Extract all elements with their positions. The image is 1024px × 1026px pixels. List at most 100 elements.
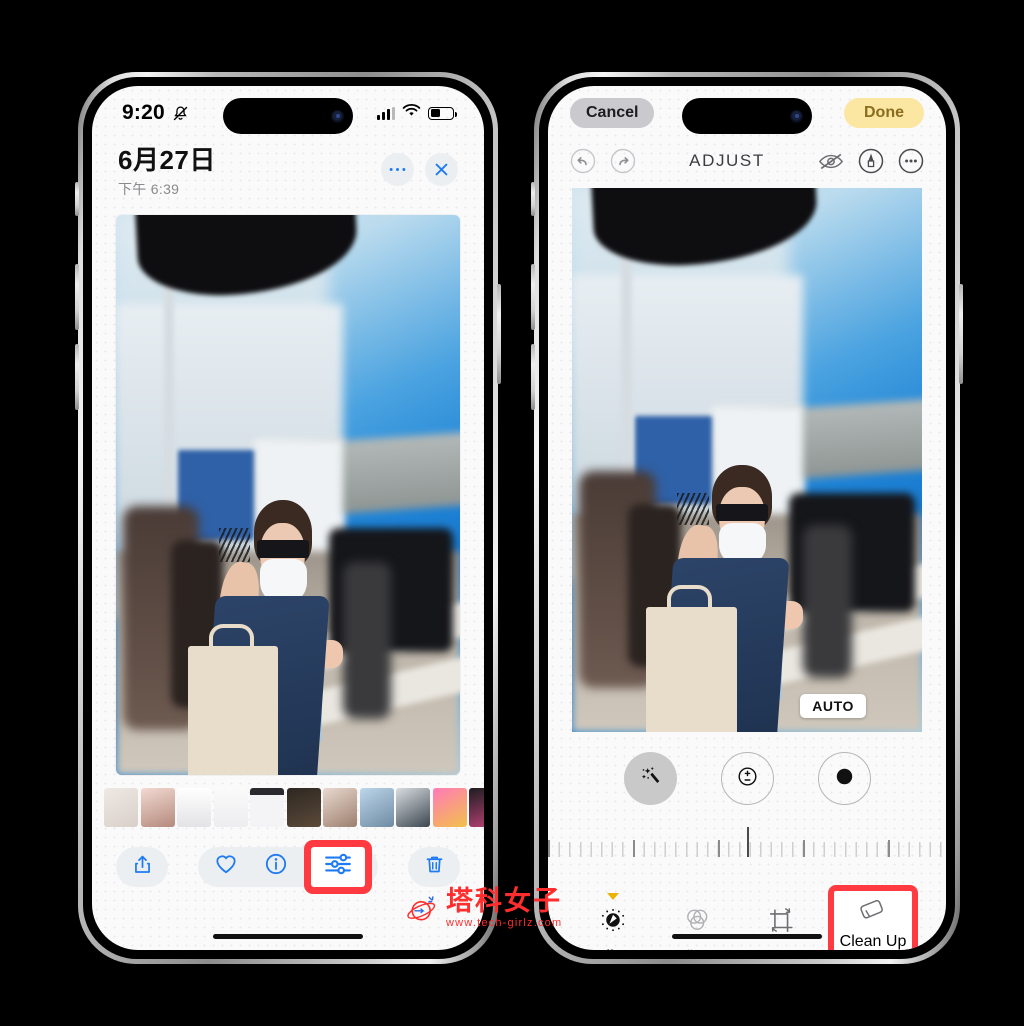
left-phone-screen: 9:20 6月27日 下午 6:39: [92, 86, 484, 950]
photo-action-group: [198, 839, 378, 894]
editor-tool-row: ADJUST: [548, 140, 946, 182]
thumbnail-item[interactable]: [213, 787, 248, 827]
contrast-circle-icon: [831, 763, 858, 795]
editor-tab-bar: Adjust Filters: [548, 885, 946, 950]
auto-badge: AUTO: [800, 694, 866, 718]
planet-icon: [406, 892, 440, 926]
volume-up-button[interactable]: [531, 264, 535, 330]
watermark-brand: 塔科女子: [446, 886, 562, 916]
battery-icon: [428, 106, 457, 120]
tab-crop[interactable]: Crop: [744, 895, 818, 950]
adjust-dial-icon: [598, 905, 628, 940]
tab-clean-up-label: Clean Up: [839, 933, 907, 950]
adjust-sliders-icon: [323, 852, 353, 881]
delete-button[interactable]: [408, 846, 460, 887]
right-phone-screen: Cancel Done ADJUST AUTO Clean Up: [548, 86, 946, 950]
adjust-button-highlight: [304, 839, 372, 894]
front-camera-icon: [331, 109, 344, 123]
thumbnail-item[interactable]: [104, 787, 138, 827]
tab-filters[interactable]: Filters: [660, 895, 734, 950]
share-button[interactable]: [116, 846, 168, 887]
auto-enhance-button[interactable]: [623, 752, 677, 805]
power-button[interactable]: [959, 284, 963, 384]
trash-icon: [424, 854, 445, 880]
thumbnail-item[interactable]: [396, 787, 430, 827]
cancel-button[interactable]: Cancel: [570, 98, 655, 128]
tab-filters-label: Filters: [679, 947, 714, 950]
watermark: 塔科女子 www.tech-girlz.com: [406, 888, 562, 929]
editor-mode-title: ADJUST: [689, 151, 765, 170]
thumbnail-item[interactable]: [469, 787, 484, 827]
thumbnail-item[interactable]: [286, 787, 321, 827]
thumbnail-item[interactable]: [432, 787, 467, 827]
undo-icon[interactable]: [570, 148, 596, 174]
slider-needle[interactable]: [747, 827, 749, 857]
contrast-button[interactable]: [817, 752, 871, 805]
edit-preview-photo[interactable]: AUTO: [572, 188, 922, 732]
thumbnail-item[interactable]: [140, 787, 175, 827]
right-phone-bezel: Cancel Done ADJUST AUTO Clean Up: [539, 77, 955, 959]
home-indicator[interactable]: [672, 934, 822, 939]
favorite-button[interactable]: [204, 850, 248, 884]
action-button[interactable]: [75, 182, 79, 216]
photo-date-block: 6月27日 下午 6:39: [118, 145, 216, 199]
thumbnail-item[interactable]: [359, 787, 394, 827]
markup-pen-icon[interactable]: [858, 148, 884, 174]
tab-clean-up[interactable]: Clean Up: [834, 891, 912, 950]
status-time: 9:20: [122, 101, 165, 124]
photo-toolbar: [92, 839, 484, 894]
more-ellipsis-icon[interactable]: [898, 148, 924, 174]
status-bar-right: [376, 103, 457, 123]
thumbnail-item[interactable]: [177, 787, 211, 827]
home-indicator[interactable]: [213, 934, 363, 939]
share-icon: [132, 854, 153, 880]
volume-up-button[interactable]: [75, 264, 79, 330]
redo-icon[interactable]: [610, 148, 636, 174]
plus-minus-circle-icon: [734, 763, 761, 795]
photo-header: 6月27日 下午 6:39: [92, 140, 484, 199]
edit-photo-container: AUTO: [548, 182, 946, 732]
signal-bars-icon: [376, 106, 395, 120]
bell-slash-icon: [172, 105, 189, 122]
watermark-url: www.tech-girlz.com: [446, 917, 563, 929]
left-phone-bezel: 9:20 6月27日 下午 6:39: [83, 77, 493, 959]
clean-up-tab-highlight: Clean Up: [828, 885, 918, 950]
photo-container: [92, 199, 484, 775]
tab-adjust-label: Adjust: [593, 947, 633, 950]
exposure-button[interactable]: [720, 752, 774, 805]
active-tab-caret-icon: [607, 893, 619, 900]
dynamic-island: [223, 98, 353, 134]
editor-top-bar: Cancel Done: [548, 86, 946, 140]
thumbnail-item[interactable]: [250, 787, 284, 827]
screenshot-canvas: 9:20 6月27日 下午 6:39 Cancel Done ADJUST AU…: [0, 0, 1024, 1026]
adjust-intensity-slider[interactable]: [548, 827, 946, 863]
adjust-quick-controls: [548, 752, 946, 805]
volume-down-button[interactable]: [75, 344, 79, 410]
status-bar-left: 9:20: [122, 101, 189, 125]
tab-adjust[interactable]: Adjust: [576, 893, 650, 950]
eye-slash-icon[interactable]: [818, 148, 844, 174]
done-button[interactable]: Done: [844, 98, 924, 128]
eraser-icon: [857, 897, 889, 927]
photo-date: 6月27日: [118, 145, 216, 175]
photo-header-actions: [381, 146, 458, 186]
volume-down-button[interactable]: [531, 344, 535, 410]
adjust-button[interactable]: [311, 846, 365, 887]
left-iphone-device: 9:20 6月27日 下午 6:39: [75, 72, 501, 964]
power-button[interactable]: [497, 284, 501, 384]
more-options-button[interactable]: [381, 153, 414, 186]
info-icon: [265, 853, 287, 880]
info-button[interactable]: [254, 850, 298, 884]
wifi-icon: [402, 103, 421, 123]
main-photo[interactable]: [116, 214, 460, 775]
action-button[interactable]: [531, 182, 535, 216]
watermark-text: 塔科女子 www.tech-girlz.com: [446, 886, 563, 930]
right-iphone-device: Cancel Done ADJUST AUTO Clean Up: [531, 72, 963, 964]
photo-time: 下午 6:39: [118, 180, 180, 197]
close-button[interactable]: [425, 153, 458, 186]
thumbnail-item[interactable]: [323, 787, 357, 827]
heart-icon: [215, 854, 237, 879]
tab-crop-label: Crop: [767, 947, 795, 950]
thumbnail-filmstrip[interactable]: [92, 787, 484, 827]
magic-wand-icon: [636, 762, 664, 795]
